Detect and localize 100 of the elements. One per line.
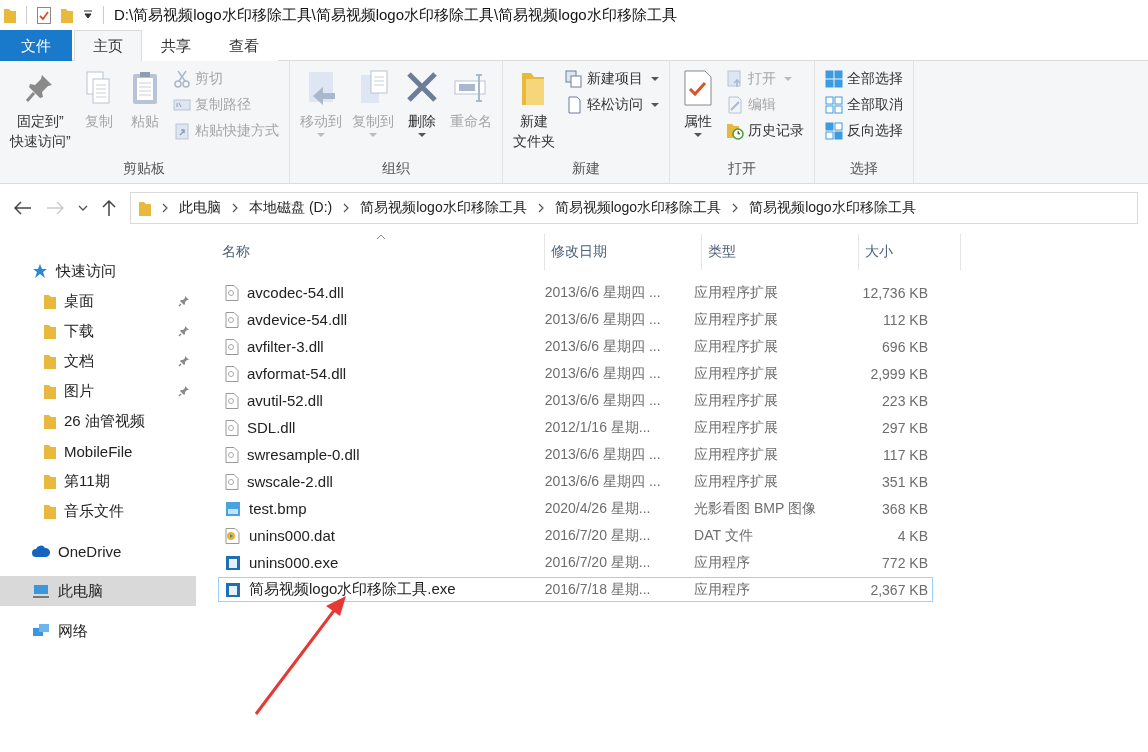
sidebar-item[interactable]: 下载: [0, 316, 196, 346]
ribbon-button[interactable]: 历史记录: [721, 119, 808, 143]
type-cell-text: 应用程序扩展: [693, 282, 779, 302]
group-label: 新建: [570, 159, 601, 178]
type-cell-text: 光影看图 BMP 图像: [693, 498, 817, 518]
shortcut-icon: [172, 122, 191, 140]
ribbon-button[interactable]: 删除: [399, 65, 444, 157]
sidebar-item[interactable]: 文档: [0, 346, 196, 376]
file-menu-tab[interactable]: 文件: [0, 30, 72, 61]
pin-icon: [178, 295, 190, 307]
date-cell-text: 2013/6/6 星期四 ...: [543, 444, 662, 464]
type-cell-text: 应用程序扩展: [693, 390, 779, 410]
gear-document-icon: [225, 365, 239, 382]
column-header[interactable]: 大小: [859, 234, 961, 270]
date-cell-text: 2020/4/26 星期...: [543, 498, 652, 518]
address-bar[interactable]: 此电脑 本地磁盘 (D:) 简易视频logo水印移除工具 简易视频logo水印移除工具 简易视频logo水印移除工具: [130, 192, 1138, 224]
file-name: avfilter-3.dll: [247, 338, 324, 355]
file-row[interactable]: unins000.exe 2016/7/20 星期... 应用程序 772 KB: [218, 550, 933, 575]
column-header[interactable]: 名称: [218, 234, 545, 270]
file-row[interactable]: avutil-52.dll 2013/6/6 星期四 ... 应用程序扩展 223 KB: [218, 388, 933, 413]
file-row[interactable]: avdevice-54.dll 2013/6/6 星期四 ... 应用程序扩展 112 KB: [218, 307, 933, 332]
chevron-right-icon[interactable]: [536, 203, 545, 213]
back-arrow-icon[interactable]: [14, 201, 32, 215]
breadcrumb-item[interactable]: 本地磁盘 (D:): [249, 199, 333, 217]
ribbon-button[interactable]: 固定到” 快速访问”: [6, 65, 75, 157]
type-cell-text: 应用程序扩展: [693, 471, 779, 491]
sidebar-item[interactable]: 桌面: [0, 286, 196, 316]
up-arrow-icon[interactable]: [102, 199, 116, 217]
file-row[interactable]: avcodec-54.dll 2013/6/6 星期四 ... 应用程序扩展 12,736 KB: [218, 280, 933, 305]
sidebar-item[interactable]: 网络: [0, 616, 196, 646]
file-row[interactable]: 简易视频logo水印移除工具.exe 2016/7/18 星期... 应用程序 2,367 KB: [218, 577, 933, 602]
ribbon-tab[interactable]: 主页: [74, 30, 142, 61]
breadcrumb-item[interactable]: 简易视频logo水印移除工具: [554, 199, 722, 217]
image-file-icon: [225, 500, 241, 517]
cloud-icon: [32, 545, 50, 557]
sidebar-item[interactable]: 第11期: [0, 466, 196, 496]
sidebar-item[interactable]: 音乐文件: [0, 496, 196, 526]
size-cell-text: 351 KB: [881, 472, 929, 492]
ribbon-button[interactable]: 新建项目: [560, 67, 663, 91]
pin-icon: [178, 325, 190, 337]
file-row[interactable]: avformat-54.dll 2013/6/6 星期四 ... 应用程序扩展 2,999 KB: [218, 361, 933, 386]
ribbon-button[interactable]: 反向选择: [820, 119, 907, 143]
sidebar-item[interactable]: 快速访问: [0, 256, 196, 286]
column-header[interactable]: 修改日期: [545, 234, 702, 270]
size-cell-text: 117 KB: [882, 445, 929, 465]
size-cell-text: 297 KB: [881, 418, 929, 438]
caret-icon[interactable]: [83, 10, 93, 20]
sort-ascending-icon: [376, 234, 386, 240]
column-header[interactable]: 类型: [702, 234, 859, 270]
date-cell-text: 2013/6/6 星期四 ...: [543, 282, 662, 302]
pin-icon: [178, 385, 190, 397]
type-cell-text: 应用程序扩展: [693, 363, 779, 383]
size-cell-text: 12,736 KB: [861, 283, 929, 303]
type-cell-text: 应用程序扩展: [693, 336, 779, 356]
chevron-down-icon[interactable]: [78, 204, 88, 212]
file-row[interactable]: swscale-2.dll 2013/6/6 星期四 ... 应用程序扩展 351 KB: [218, 469, 933, 494]
file-name: swresample-0.dll: [247, 446, 360, 463]
type-cell-text: 应用程序扩展: [693, 417, 779, 437]
file-row[interactable]: avfilter-3.dll 2013/6/6 星期四 ... 应用程序扩展 696 KB: [218, 334, 933, 359]
breadcrumb-item[interactable]: 此电脑: [179, 199, 221, 217]
folder-icon: [139, 200, 151, 216]
breadcrumb-item[interactable]: 简易视频logo水印移除工具: [360, 199, 527, 217]
date-cell-text: 2016/7/20 星期...: [543, 552, 652, 572]
ribbon-button[interactable]: 属性: [675, 65, 720, 157]
open-icon: [725, 70, 744, 88]
file-name: SDL.dll: [247, 419, 296, 436]
chevron-right-icon[interactable]: [231, 203, 239, 213]
group-label: 剪贴板: [122, 159, 167, 178]
grid-icon: [824, 122, 843, 140]
chevron-right-icon[interactable]: [161, 203, 169, 213]
sidebar-item[interactable]: MobileFile: [0, 436, 196, 466]
sidebar-item[interactable]: 此电脑: [0, 576, 196, 606]
file-row[interactable]: unins000.dat 2016/7/20 星期... DAT 文件 4 KB: [218, 523, 933, 548]
breadcrumb-item[interactable]: 简易视频logo水印移除工具: [749, 199, 916, 217]
sidebar-item[interactable]: 图片: [0, 376, 196, 406]
ribbon-button[interactable]: 全部选择: [820, 67, 907, 91]
group-label: 打开: [726, 159, 757, 178]
file-row[interactable]: test.bmp 2020/4/26 星期... 光影看图 BMP 图像 368 KB: [218, 496, 933, 521]
gear-document-icon: [225, 473, 239, 490]
computer-icon: [32, 584, 50, 598]
size-cell-text: 2,999 KB: [869, 364, 929, 384]
group-label: 组织: [380, 159, 411, 178]
size-cell-text: 772 KB: [881, 553, 929, 573]
chevron-right-icon[interactable]: [731, 203, 740, 213]
gear-document-icon: [225, 284, 239, 301]
ribbon-button[interactable]: 全部取消: [820, 93, 907, 117]
chevron-right-icon[interactable]: [342, 203, 351, 213]
folder-icon: [44, 383, 56, 399]
ribbon-button[interactable]: 新建 文件夹: [508, 65, 559, 157]
sidebar-item[interactable]: 26 油管视频: [0, 406, 196, 436]
ribbon-button[interactable]: 轻松访问: [560, 93, 663, 117]
play-file-icon: [225, 527, 241, 544]
check-document-icon[interactable]: [37, 6, 51, 24]
file-row[interactable]: swresample-0.dll 2013/6/6 星期四 ... 应用程序扩展 117 KB: [218, 442, 933, 467]
sidebar-item[interactable]: OneDrive: [0, 536, 196, 566]
type-cell-text: 应用程序: [693, 579, 751, 599]
file-name: 简易视频logo水印移除工具.exe: [249, 580, 456, 599]
gear-document-icon: [225, 419, 239, 436]
folder-icon: [44, 473, 56, 489]
file-row[interactable]: SDL.dll 2012/1/16 星期... 应用程序扩展 297 KB: [218, 415, 933, 440]
